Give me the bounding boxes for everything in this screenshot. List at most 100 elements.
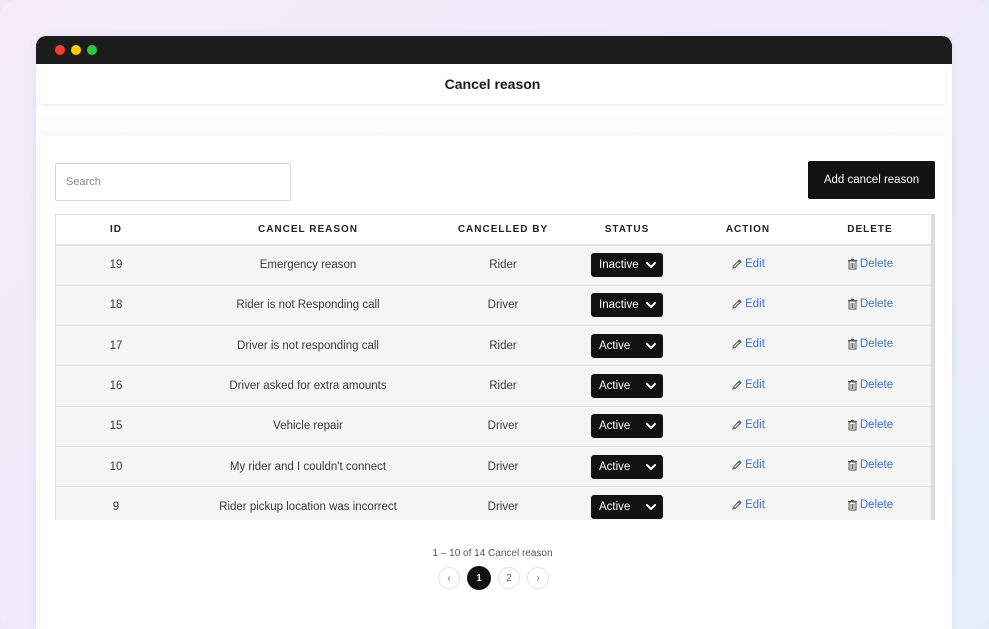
edit-link[interactable]: Edit — [731, 258, 765, 270]
cell-action: Edit — [688, 446, 808, 488]
cell-delete: Delete — [808, 245, 931, 286]
status-value: Active — [599, 420, 631, 433]
delete-label: Delete — [859, 418, 894, 431]
maximize-window-button[interactable] — [87, 45, 97, 55]
cell-delete: Delete — [808, 365, 931, 407]
edit-link[interactable]: Edit — [731, 338, 765, 350]
delete-link[interactable]: Delete — [847, 499, 893, 511]
status-dropdown[interactable]: Active — [591, 494, 663, 519]
status-dropdown[interactable]: Active — [591, 454, 663, 479]
cell-cancelled-by: Driver — [440, 406, 566, 447]
cell-id: 9 — [56, 486, 176, 520]
edit-link[interactable]: Edit — [731, 419, 765, 431]
table-row: 17 Driver is not responding call Rider Acti… — [56, 325, 931, 367]
cell-cancelled-by: Rider — [440, 365, 566, 407]
edit-label: Edit — [745, 459, 765, 472]
delete-link[interactable]: Delete — [847, 258, 893, 270]
cancel-reason-table-container[interactable]: ID CANCEL REASON CANCELLED BY STATUS ACT… — [55, 214, 935, 520]
status-value: Inactive — [599, 299, 639, 312]
status-dropdown[interactable]: Active — [591, 414, 663, 439]
cell-id: 17 — [56, 325, 176, 367]
page-button-1[interactable]: 1 — [467, 566, 491, 590]
cell-delete: Delete — [808, 325, 931, 367]
page-title: Cancel reason — [444, 76, 541, 92]
edit-link[interactable]: Edit — [731, 379, 765, 391]
page-button-2[interactable]: 2 — [498, 567, 520, 589]
edit-label: Edit — [745, 257, 765, 270]
close-window-button[interactable] — [55, 45, 65, 55]
cell-status: Inactive — [566, 245, 688, 286]
minimize-window-button[interactable] — [71, 45, 81, 55]
status-dropdown[interactable]: Active — [591, 374, 663, 399]
chevron-down-icon — [645, 502, 657, 512]
pencil-icon — [731, 298, 743, 310]
delete-link[interactable]: Delete — [847, 379, 893, 391]
edit-link[interactable]: Edit — [731, 298, 765, 310]
pencil-icon — [731, 379, 743, 391]
delete-link[interactable]: Delete — [847, 459, 893, 471]
table-row: 16 Driver asked for extra amounts Rider Act… — [56, 365, 931, 407]
edit-label: Edit — [745, 418, 765, 431]
trash-icon — [847, 298, 858, 310]
status-value: Inactive — [599, 259, 639, 272]
cell-cancel-reason: Driver is not responding call — [176, 325, 440, 367]
edit-link[interactable]: Edit — [731, 459, 765, 471]
content-card: Add cancel reason ID CANCEL REASON CANCE… — [40, 136, 945, 629]
delete-link[interactable]: Delete — [847, 338, 893, 350]
trash-icon — [847, 258, 858, 270]
delete-label: Delete — [859, 378, 894, 391]
header-status: STATUS — [566, 215, 688, 246]
prev-page-button[interactable]: ‹ — [438, 567, 460, 589]
cell-action: Edit — [688, 245, 808, 286]
chevron-down-icon — [645, 260, 657, 270]
delete-link[interactable]: Delete — [847, 419, 893, 431]
delete-link[interactable]: Delete — [847, 298, 893, 310]
next-page-button[interactable]: › — [527, 567, 549, 589]
cell-status: Active — [566, 486, 688, 520]
cell-action: Edit — [688, 285, 808, 327]
edit-label: Edit — [745, 499, 765, 512]
cell-cancel-reason: Rider is not Responding call — [176, 285, 440, 327]
header-action: ACTION — [688, 215, 808, 246]
cell-status: Inactive — [566, 285, 688, 327]
status-dropdown[interactable]: Inactive — [591, 293, 663, 318]
trash-icon — [847, 419, 858, 431]
pencil-icon — [731, 338, 743, 350]
trash-icon — [847, 338, 858, 350]
chevron-down-icon — [645, 421, 657, 431]
status-value: Active — [599, 500, 631, 513]
browser-window: Cancel reason Add cancel reason ID CANCE… — [36, 36, 952, 629]
delete-label: Delete — [859, 338, 894, 351]
cell-delete: Delete — [808, 406, 931, 447]
edit-label: Edit — [745, 297, 765, 310]
table-row: 15 Vehicle repair Driver Active Edit Delete — [56, 406, 931, 447]
status-dropdown[interactable]: Inactive — [591, 253, 663, 278]
trash-icon — [847, 499, 858, 511]
delete-label: Delete — [859, 297, 894, 310]
header-cancel-reason: CANCEL REASON — [176, 215, 440, 246]
chevron-down-icon — [645, 341, 657, 351]
search-input[interactable] — [55, 163, 291, 201]
add-cancel-reason-button[interactable]: Add cancel reason — [808, 161, 935, 199]
pagination-info: 1 – 10 of 14 Cancel reason — [432, 548, 553, 559]
edit-label: Edit — [745, 338, 765, 351]
chevron-down-icon — [645, 300, 657, 310]
cell-action: Edit — [688, 365, 808, 407]
pagination: ‹ 1 2 › — [438, 566, 549, 590]
pencil-icon — [731, 499, 743, 511]
cell-status: Active — [566, 365, 688, 407]
cell-status: Active — [566, 325, 688, 367]
cell-delete: Delete — [808, 446, 931, 488]
header-spacer — [40, 106, 945, 134]
table-row: 10 My rider and I couldn't connect Driver A… — [56, 446, 931, 488]
header-delete: DELETE — [808, 215, 931, 246]
status-value: Active — [599, 380, 631, 393]
delete-label: Delete — [859, 257, 894, 270]
status-dropdown[interactable]: Active — [591, 333, 663, 358]
edit-link[interactable]: Edit — [731, 499, 765, 511]
pencil-icon — [731, 459, 743, 471]
pencil-icon — [731, 419, 743, 431]
cell-id: 18 — [56, 285, 176, 327]
cancel-reason-table: ID CANCEL REASON CANCELLED BY STATUS ACT… — [56, 215, 931, 520]
delete-label: Delete — [859, 499, 894, 512]
